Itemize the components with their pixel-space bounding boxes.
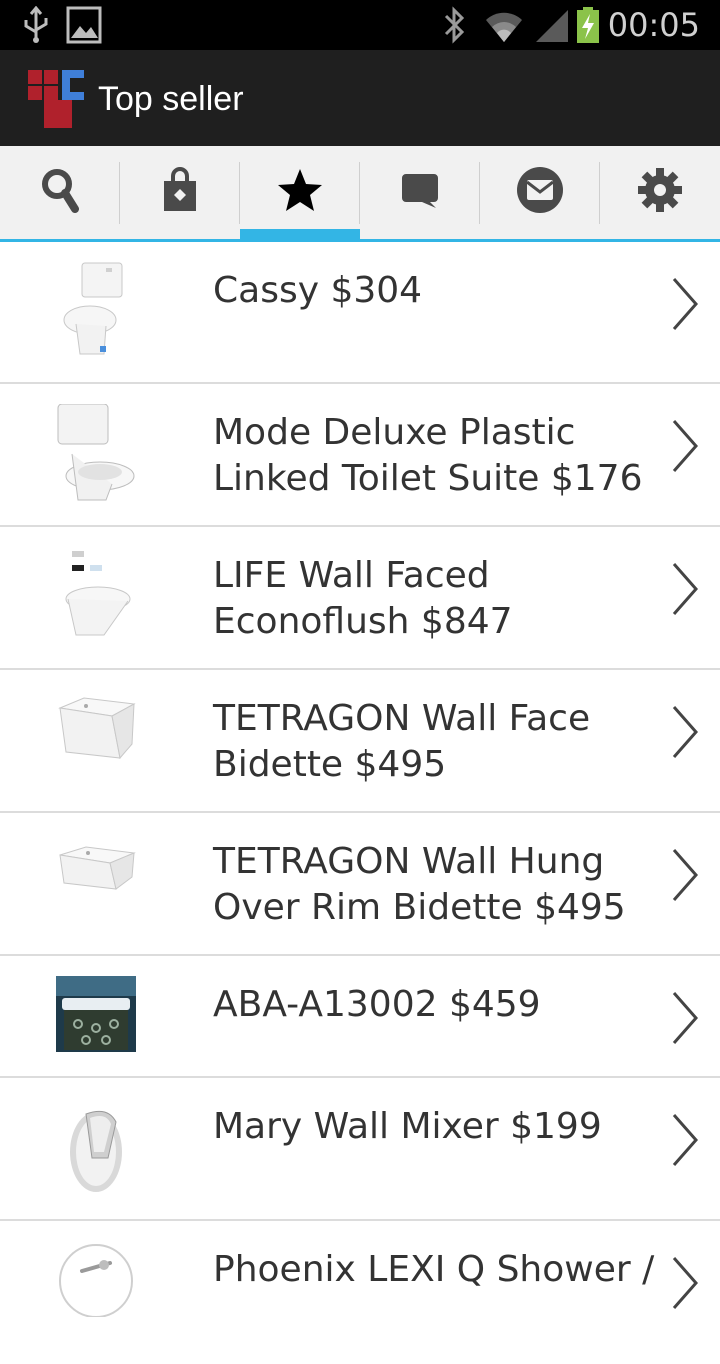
tab-search[interactable] bbox=[0, 146, 120, 239]
chevron-right-icon bbox=[672, 278, 698, 330]
list-item[interactable]: LIFE Wall Faced Econoflush $847 bbox=[0, 527, 720, 670]
list-item[interactable]: ABA-A13002 $459 bbox=[0, 956, 720, 1078]
chevron-right-icon bbox=[672, 1114, 698, 1166]
product-label: TETRAGON Wall Hung Over Rim Bidette $495 bbox=[213, 841, 626, 928]
list-item[interactable]: Mode Deluxe Plastic Linked Toilet Suite … bbox=[0, 384, 720, 527]
chevron-right-icon bbox=[672, 992, 698, 1044]
app-logo bbox=[28, 70, 84, 128]
mail-icon bbox=[515, 165, 565, 220]
chevron-right-icon bbox=[672, 1257, 698, 1309]
signal-icon bbox=[534, 6, 570, 49]
page-title: Top seller bbox=[98, 80, 244, 118]
product-thumbnail bbox=[56, 827, 136, 927]
list-item[interactable]: Phoenix LEXI Q Shower / bbox=[0, 1221, 720, 1364]
status-clock: 00:05 bbox=[607, 6, 700, 44]
product-thumbnail bbox=[56, 547, 136, 647]
tab-shop[interactable] bbox=[120, 146, 240, 239]
product-label: TETRAGON Wall Face Bidette $495 bbox=[213, 698, 591, 785]
search-icon bbox=[40, 166, 80, 219]
shopping-bag-icon bbox=[162, 167, 198, 218]
chevron-right-icon bbox=[672, 706, 698, 758]
status-bar: 00:05 bbox=[0, 0, 720, 50]
product-label: LIFE Wall Faced Econoflush $847 bbox=[213, 555, 513, 642]
action-bar: Top seller bbox=[0, 50, 720, 146]
product-thumbnail bbox=[56, 976, 136, 1052]
usb-icon bbox=[22, 5, 50, 49]
tab-settings[interactable] bbox=[600, 146, 720, 239]
product-thumbnail bbox=[56, 1102, 136, 1196]
star-icon bbox=[277, 168, 323, 217]
product-label: Mary Wall Mixer $199 bbox=[213, 1106, 602, 1147]
product-thumbnail bbox=[56, 260, 136, 360]
tab-bar bbox=[0, 146, 720, 242]
image-icon bbox=[66, 6, 102, 49]
chevron-right-icon bbox=[672, 563, 698, 615]
product-thumbnail bbox=[56, 1241, 136, 1317]
bluetooth-icon bbox=[442, 6, 466, 49]
chevron-right-icon bbox=[672, 420, 698, 472]
product-list: Cassy $304 Mode Deluxe Plastic Linked To… bbox=[0, 242, 720, 1364]
product-label: ABA-A13002 $459 bbox=[213, 984, 541, 1025]
product-label: Phoenix LEXI Q Shower / bbox=[213, 1249, 655, 1290]
product-thumbnail bbox=[56, 686, 136, 786]
battery-charging-icon bbox=[576, 6, 600, 49]
chat-icon bbox=[400, 170, 440, 215]
list-item[interactable]: TETRAGON Wall Face Bidette $495 bbox=[0, 670, 720, 813]
product-label: Cassy $304 bbox=[213, 270, 423, 311]
list-item[interactable]: Mary Wall Mixer $199 bbox=[0, 1078, 720, 1221]
tab-top-seller[interactable] bbox=[240, 146, 360, 239]
tab-mail[interactable] bbox=[480, 146, 600, 239]
tab-chat[interactable] bbox=[360, 146, 480, 239]
chevron-right-icon bbox=[672, 849, 698, 901]
list-item[interactable]: TETRAGON Wall Hung Over Rim Bidette $495 bbox=[0, 813, 720, 956]
settings-icon bbox=[636, 166, 684, 219]
list-item[interactable]: Cassy $304 bbox=[0, 242, 720, 384]
product-label: Mode Deluxe Plastic Linked Toilet Suite … bbox=[213, 412, 643, 499]
wifi-icon bbox=[484, 6, 524, 49]
product-thumbnail bbox=[56, 404, 136, 504]
